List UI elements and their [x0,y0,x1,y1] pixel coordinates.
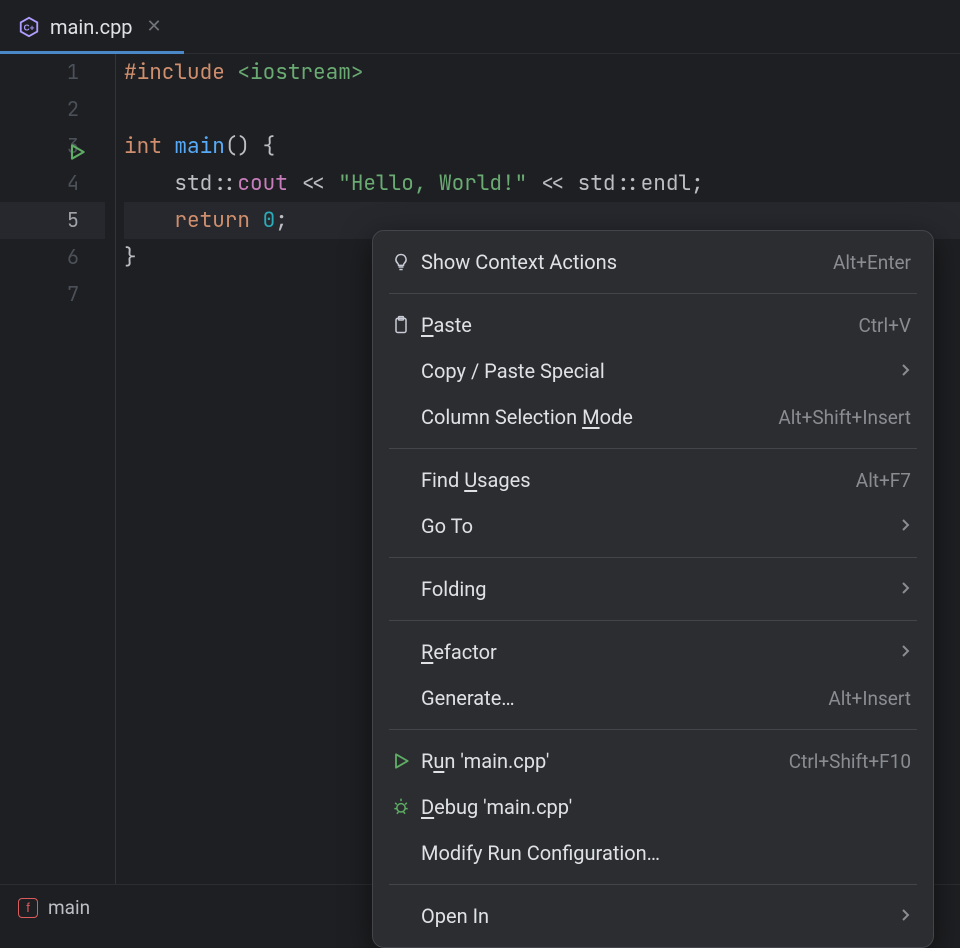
menu-item-label: Find Usages [421,468,856,492]
menu-separator [389,448,917,449]
menu-item-open-in[interactable]: Open In [373,893,933,939]
bulb-icon [391,252,421,272]
run-gutter-icon[interactable] [67,137,87,157]
menu-item-label: Go To [421,514,901,538]
menu-item-run-main-cpp[interactable]: Run 'main.cpp'Ctrl+Shift+F10 [373,738,933,784]
line-number: 1 [59,54,79,91]
code-line[interactable]: int main() { [124,128,960,165]
menu-item-label: Modify Run Configuration… [421,841,911,865]
menu-item-label: Paste [421,313,858,337]
menu-item-find-usages[interactable]: Find UsagesAlt+F7 [373,457,933,503]
line-number: 7 [59,276,79,313]
menu-item-generate[interactable]: Generate…Alt+Insert [373,675,933,721]
gutter: 1234567 [0,54,116,884]
cpp-file-icon: C+ [18,16,40,38]
gutter-line[interactable]: 5 [0,202,105,239]
close-icon[interactable]: ✕ [143,16,166,38]
gutter-line[interactable]: 7 [0,276,105,313]
chevron-right-icon [901,359,911,383]
line-number: 4 [59,165,79,202]
menu-separator [389,884,917,885]
run-icon [391,751,421,771]
line-number: 5 [59,202,79,239]
svg-text:C+: C+ [24,23,35,32]
chevron-right-icon [901,640,911,664]
menu-item-label: Debug 'main.cpp' [421,795,911,819]
gutter-line[interactable]: 1 [0,54,105,91]
chevron-right-icon [901,904,911,928]
gutter-line[interactable]: 6 [0,239,105,276]
menu-item-label: Open In [421,904,901,928]
paste-icon [391,315,421,335]
menu-item-debug-main-cpp[interactable]: Debug 'main.cpp' [373,784,933,830]
tab-bar: C+ main.cpp ✕ [0,0,960,54]
menu-item-label: Generate… [421,686,828,710]
menu-shortcut: Alt+Shift+Insert [778,406,911,429]
context-menu: Show Context ActionsAlt+Enter PasteCtrl+V… [372,230,934,948]
gutter-line[interactable]: 4 [0,165,105,202]
code-line[interactable]: std::cout << "Hello, World!" << std::end… [124,165,960,202]
tab-label: main.cpp [50,15,133,39]
menu-shortcut: Ctrl+V [858,314,911,337]
menu-item-folding[interactable]: Folding [373,566,933,612]
menu-item-go-to[interactable]: Go To [373,503,933,549]
chevron-right-icon [901,577,911,601]
menu-shortcut: Alt+Insert [828,687,911,710]
menu-separator [389,729,917,730]
menu-shortcut: Alt+Enter [833,251,911,274]
menu-separator [389,557,917,558]
code-line[interactable] [124,91,960,128]
line-number: 6 [59,239,79,276]
code-line[interactable]: #include <iostream> [124,54,960,91]
menu-item-label: Folding [421,577,901,601]
menu-item-show-context-actions[interactable]: Show Context ActionsAlt+Enter [373,239,933,285]
chevron-right-icon [901,514,911,538]
tab-main-cpp[interactable]: C+ main.cpp ✕ [0,0,184,53]
menu-item-modify-run-configuration[interactable]: Modify Run Configuration… [373,830,933,876]
breadcrumb-symbol[interactable]: main [48,896,90,919]
gutter-line[interactable]: 2 [0,91,105,128]
menu-item-label: Refactor [421,640,901,664]
menu-item-refactor[interactable]: Refactor [373,629,933,675]
menu-shortcut: Alt+F7 [856,469,911,492]
function-icon: f [18,898,38,918]
menu-item-label: Run 'main.cpp' [421,749,789,773]
menu-item-paste[interactable]: PasteCtrl+V [373,302,933,348]
menu-item-label: Column Selection Mode [421,405,778,429]
menu-item-column-selection-mode[interactable]: Column Selection ModeAlt+Shift+Insert [373,394,933,440]
gutter-line[interactable]: 3 [0,128,105,165]
menu-separator [389,293,917,294]
menu-separator [389,620,917,621]
menu-item-copy-paste-special[interactable]: Copy / Paste Special [373,348,933,394]
debug-icon [391,797,421,817]
menu-item-label: Copy / Paste Special [421,359,901,383]
menu-shortcut: Ctrl+Shift+F10 [789,750,911,773]
menu-item-label: Show Context Actions [421,250,833,274]
line-number: 2 [59,91,79,128]
